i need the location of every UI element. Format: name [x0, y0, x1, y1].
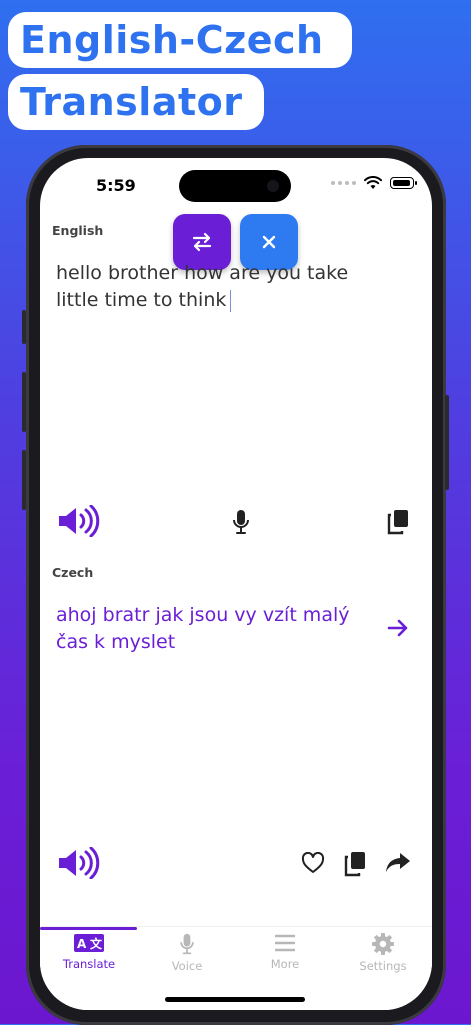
share-button[interactable]	[384, 850, 412, 876]
voice-input-button[interactable]	[229, 508, 253, 536]
status-icons	[331, 176, 417, 190]
text-caret	[230, 289, 232, 312]
camera-icon	[267, 180, 279, 192]
translate-icon: A 文	[74, 934, 104, 952]
swap-arrows-icon	[192, 232, 212, 252]
tab-more[interactable]: More	[236, 933, 334, 983]
speak-translation-button[interactable]	[56, 845, 100, 881]
signal-icon	[331, 181, 356, 185]
tab-label: Translate	[62, 957, 116, 971]
tab-translate[interactable]: A 文 Translate	[40, 933, 138, 983]
source-language-label: English	[52, 223, 104, 238]
translated-text: ahoj bratr jak jsou vy vzít malý čas k m…	[56, 604, 350, 653]
source-text: hello brother how are you take little ti…	[56, 262, 349, 311]
open-translation-button[interactable]	[386, 616, 410, 640]
menu-icon	[275, 934, 295, 952]
speaker-icon	[59, 847, 100, 879]
phone-button	[445, 395, 449, 490]
copy-icon	[387, 510, 408, 535]
microphone-icon	[233, 510, 249, 534]
copy-source-button[interactable]	[386, 508, 410, 536]
phone-button	[22, 372, 26, 432]
tab-label: Settings	[359, 959, 407, 973]
phone-button	[22, 450, 26, 510]
phone-button	[22, 310, 26, 344]
tab-label: Voice	[171, 959, 203, 973]
tab-voice[interactable]: Voice	[138, 933, 236, 983]
copy-icon	[344, 852, 365, 877]
app-title-line2: Translator	[8, 74, 264, 130]
home-indicator	[165, 997, 305, 1002]
tab-settings[interactable]: Settings	[334, 933, 432, 983]
app-screen: 5:59 English hello brother how are you t…	[40, 158, 432, 1010]
active-tab-indicator	[40, 927, 137, 930]
speak-source-button[interactable]	[56, 503, 100, 539]
gear-icon	[372, 933, 394, 955]
wifi-icon	[364, 176, 382, 189]
arrow-right-icon	[387, 619, 408, 637]
app-title-line1: English-Czech	[8, 12, 352, 68]
dynamic-island	[179, 170, 291, 202]
target-language-label: Czech	[52, 565, 94, 580]
heart-icon	[301, 852, 325, 873]
copy-translation-button[interactable]	[342, 850, 368, 878]
favorite-button[interactable]	[300, 850, 326, 876]
microphone-icon	[180, 933, 194, 955]
source-text-input[interactable]: hello brother how are you take little ti…	[56, 260, 386, 314]
speaker-icon	[59, 505, 100, 537]
close-icon	[262, 235, 276, 249]
tab-label: More	[270, 957, 300, 971]
share-icon	[386, 853, 410, 872]
svg-text:A: A	[77, 937, 87, 951]
battery-icon	[390, 177, 417, 189]
svg-text:文: 文	[90, 936, 103, 951]
status-time: 5:59	[96, 176, 136, 195]
